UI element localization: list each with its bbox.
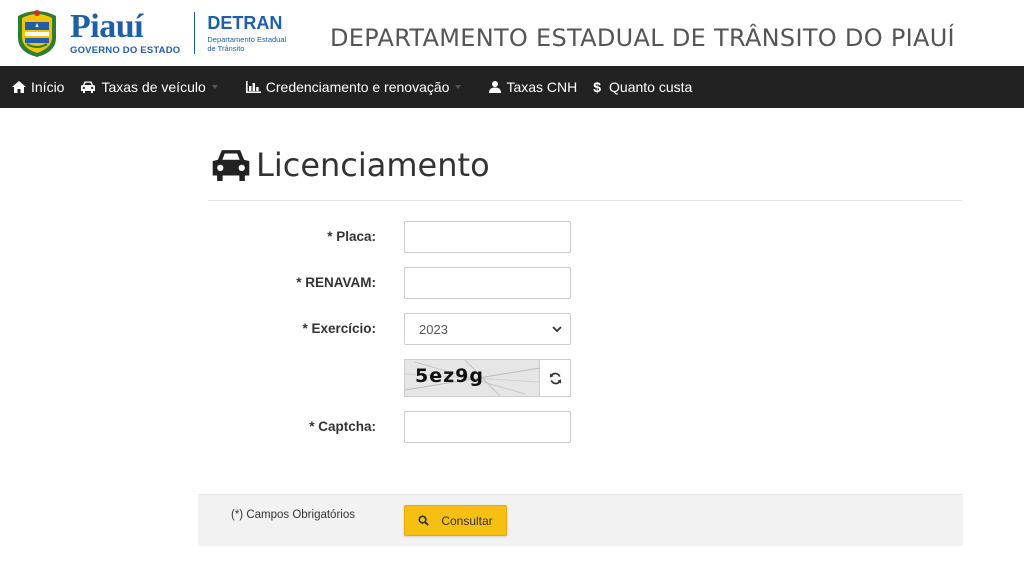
nav-item-inicio[interactable]: Início [12, 79, 64, 95]
captcha-input[interactable] [404, 411, 571, 443]
site-header: Piauí GOVERNO DO ESTADO DETRAN Departame… [0, 0, 1024, 66]
nav-item-taxas-cnh[interactable]: Taxas CNH [489, 79, 577, 95]
chevron-down-icon [211, 85, 218, 89]
nav-label: Taxas de veículo [101, 79, 206, 95]
captcha-image: 5ez9g [405, 360, 540, 396]
captcha-refresh-button[interactable] [540, 360, 570, 396]
department-title: DEPARTAMENTO ESTADUAL DE TRÂNSITO DO PIA… [330, 24, 955, 52]
chevron-down-icon [552, 325, 562, 332]
page-title: Licenciamento [210, 146, 490, 184]
title-divider [208, 200, 962, 201]
required-fields-note: (*) Campos Obrigatórios [231, 509, 355, 521]
logo-group[interactable]: Piauí GOVERNO DO ESTADO DETRAN Departame… [14, 6, 289, 60]
dollar-icon: $ [593, 79, 602, 95]
state-name: Piauí [70, 8, 144, 46]
renavam-input[interactable] [404, 267, 571, 299]
user-icon [489, 81, 502, 93]
nav-label: Taxas CNH [506, 79, 578, 95]
car-icon [212, 150, 250, 181]
agency-name: DETRAN [207, 12, 283, 33]
nav-label: Início [31, 79, 65, 95]
placa-input[interactable] [404, 221, 571, 253]
chevron-down-icon [455, 85, 462, 89]
state-crest-icon [18, 10, 56, 57]
state-subtitle: GOVERNO DO ESTADO [70, 45, 181, 57]
renavam-label: * RENAVAM: [296, 275, 376, 290]
main-navbar: Início Taxas de veículo Credenciamento e… [0, 66, 1024, 108]
logo-divider [194, 12, 196, 54]
page-title-text: Licenciamento [256, 146, 490, 184]
consultar-button[interactable]: Consultar [404, 505, 507, 536]
captcha-label: * Captcha: [309, 419, 376, 434]
refresh-icon [549, 372, 561, 384]
exercicio-selected-value: 2023 [419, 321, 448, 337]
nav-label: Quanto custa [609, 79, 693, 95]
consultar-label: Consultar [441, 513, 493, 528]
captcha-widget: 5ez9g [404, 359, 571, 397]
chart-icon [245, 81, 261, 93]
search-icon [418, 515, 430, 526]
agency-subtitle: Departamento Estadual de Trânsito [207, 34, 287, 53]
nav-item-quanto-custa[interactable]: $ Quanto custa [593, 79, 692, 95]
exercicio-select[interactable]: 2023 [404, 313, 571, 345]
exercicio-label: * Exercício: [302, 321, 376, 336]
nav-item-taxas-veiculo[interactable]: Taxas de veículo [80, 79, 218, 95]
car-icon [81, 81, 96, 93]
home-icon [12, 81, 26, 93]
nav-label: Credenciamento e renovação [265, 79, 450, 95]
captcha-text: 5ez9g [415, 365, 484, 387]
placa-label: * Placa: [327, 229, 376, 244]
nav-item-credenciamento[interactable]: Credenciamento e renovação [245, 79, 462, 95]
